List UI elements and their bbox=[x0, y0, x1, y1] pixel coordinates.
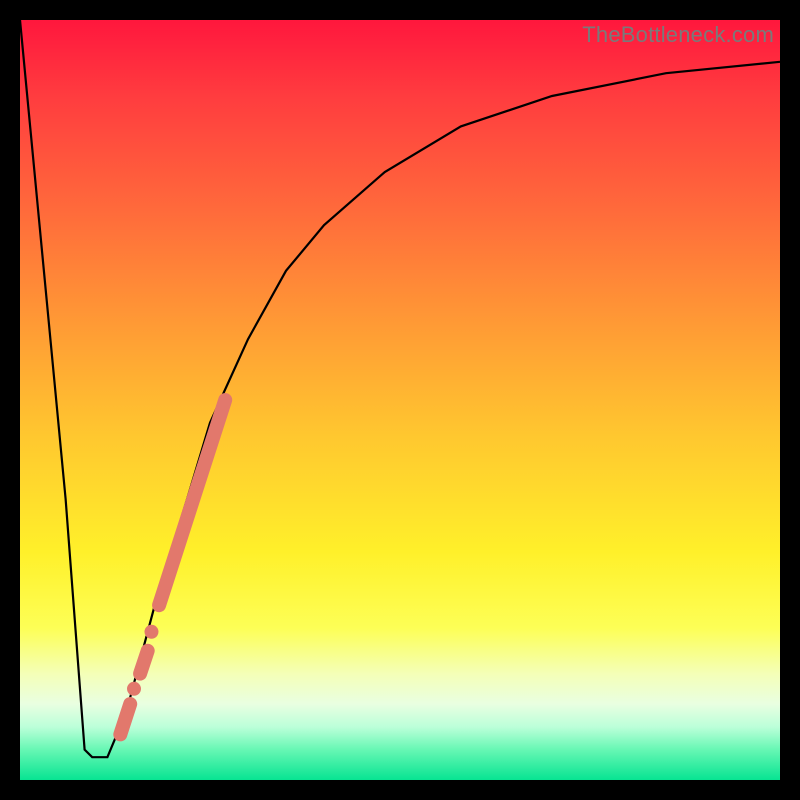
chart-frame: TheBottleneck.com bbox=[0, 0, 800, 800]
highlight-dot bbox=[144, 625, 158, 639]
bottleneck-curve bbox=[20, 20, 780, 757]
chart-svg bbox=[20, 20, 780, 780]
highlight-segment bbox=[140, 651, 148, 674]
highlight-dot bbox=[127, 682, 141, 696]
highlight-segment bbox=[159, 400, 225, 605]
plot-area: TheBottleneck.com bbox=[20, 20, 780, 780]
highlight-overlay bbox=[120, 400, 225, 734]
highlight-segment bbox=[120, 704, 130, 734]
